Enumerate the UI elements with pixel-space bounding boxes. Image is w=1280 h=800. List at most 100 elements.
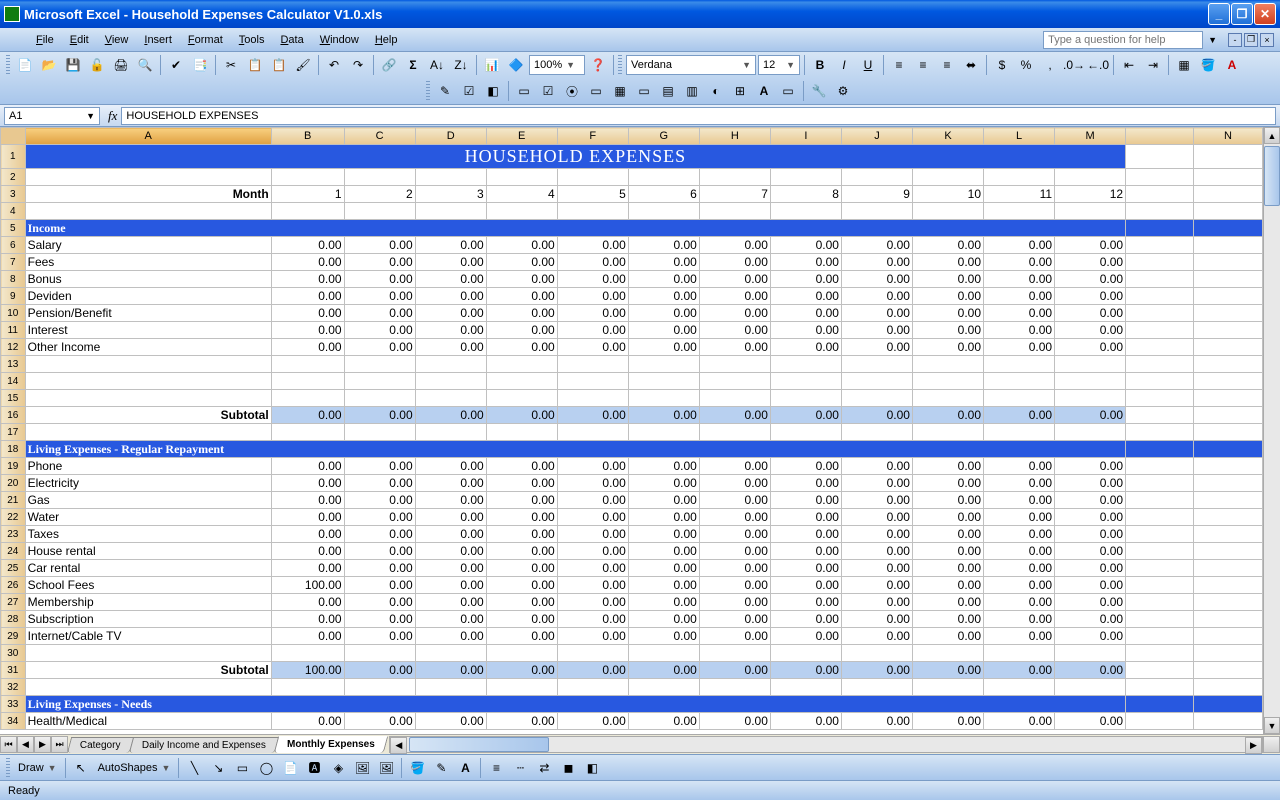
- toolbar-handle-2[interactable]: [618, 55, 622, 75]
- picture-icon[interactable]: 🖼: [375, 757, 397, 779]
- save-icon[interactable]: 💾: [62, 54, 84, 76]
- open-icon[interactable]: 📂: [38, 54, 60, 76]
- tb2-icon-16[interactable]: 🔧: [808, 80, 830, 102]
- tb2-icon-15[interactable]: ▭: [777, 80, 799, 102]
- wordart-icon[interactable]: 🅰: [303, 757, 325, 779]
- align-right-icon[interactable]: ≡: [936, 54, 958, 76]
- name-box[interactable]: A1▼: [4, 107, 100, 125]
- zoom-combo[interactable]: 100%▼: [529, 55, 585, 75]
- menu-format[interactable]: Format: [180, 32, 231, 48]
- spelling-icon[interactable]: ✔: [165, 54, 187, 76]
- diagram-icon[interactable]: ◈: [327, 757, 349, 779]
- scroll-left-icon[interactable]: ◀: [390, 737, 407, 754]
- minimize-button[interactable]: _: [1208, 3, 1230, 25]
- help-search-input[interactable]: [1043, 31, 1203, 49]
- menu-tools[interactable]: Tools: [231, 32, 273, 48]
- horizontal-scrollbar[interactable]: ◀ ▶: [389, 736, 1263, 753]
- tb2-icon-17[interactable]: ⚙: [832, 80, 854, 102]
- copy-icon[interactable]: 📋: [244, 54, 266, 76]
- print-preview-icon[interactable]: 🔍: [134, 54, 156, 76]
- section-header[interactable]: Income: [25, 220, 1126, 237]
- fill-color-icon[interactable]: 🪣: [1197, 54, 1219, 76]
- doc-minimize-button[interactable]: -: [1228, 33, 1242, 47]
- font-color-icon[interactable]: A: [1221, 54, 1243, 76]
- line-color-icon[interactable]: ✎: [430, 757, 452, 779]
- menu-data[interactable]: Data: [272, 32, 311, 48]
- tb2-icon-8[interactable]: ▦: [609, 80, 631, 102]
- sheet-tab-category[interactable]: Category: [67, 737, 134, 753]
- print-icon[interactable]: 🖨: [110, 54, 132, 76]
- draw-menu[interactable]: Draw▼: [14, 758, 61, 778]
- section-header[interactable]: Living Expenses - Needs: [25, 696, 1126, 713]
- tb2-icon-10[interactable]: ▤: [657, 80, 679, 102]
- hyperlink-icon[interactable]: 🔗: [378, 54, 400, 76]
- undo-icon[interactable]: ↶: [323, 54, 345, 76]
- align-left-icon[interactable]: ≡: [888, 54, 910, 76]
- tb2-icon-12[interactable]: ◐: [705, 80, 727, 102]
- currency-icon[interactable]: $: [991, 54, 1013, 76]
- italic-icon[interactable]: I: [833, 54, 855, 76]
- menu-edit[interactable]: Edit: [62, 32, 97, 48]
- font-size-combo[interactable]: 12▼: [758, 55, 800, 75]
- vertical-scrollbar[interactable]: ▲ ▼: [1263, 127, 1280, 734]
- sort-asc-icon[interactable]: A↓: [426, 54, 448, 76]
- scroll-right-icon[interactable]: ▶: [1245, 737, 1262, 754]
- format-painter-icon[interactable]: 🖌: [292, 54, 314, 76]
- dash-style-icon[interactable]: ┄: [509, 757, 531, 779]
- formula-bar[interactable]: HOUSEHOLD EXPENSES: [121, 107, 1276, 125]
- arrow-icon[interactable]: ↘: [207, 757, 229, 779]
- menu-file[interactable]: File: [28, 32, 62, 48]
- toolbar-handle-3[interactable]: [426, 81, 430, 101]
- tb2-icon-6[interactable]: ⦿: [561, 80, 583, 102]
- autoshapes-menu[interactable]: AutoShapes▼: [94, 758, 175, 778]
- close-button[interactable]: ✕: [1254, 3, 1276, 25]
- tb2-icon-13[interactable]: ⊞: [729, 80, 751, 102]
- scroll-down-icon[interactable]: ▼: [1264, 717, 1280, 734]
- permission-icon[interactable]: 🔓: [86, 54, 108, 76]
- sort-desc-icon[interactable]: Z↓: [450, 54, 472, 76]
- tb2-icon-11[interactable]: ▥: [681, 80, 703, 102]
- tab-next-icon[interactable]: ▶: [34, 736, 51, 753]
- clipart-icon[interactable]: 🖼: [351, 757, 373, 779]
- shadow-icon[interactable]: ◼: [557, 757, 579, 779]
- tb2-icon-4[interactable]: ▭: [513, 80, 535, 102]
- doc-restore-button[interactable]: ❐: [1244, 33, 1258, 47]
- menu-window[interactable]: Window: [312, 32, 367, 48]
- decrease-indent-icon[interactable]: ⇤: [1118, 54, 1140, 76]
- increase-decimal-icon[interactable]: .0→: [1063, 54, 1085, 76]
- tb2-icon-14[interactable]: A: [753, 80, 775, 102]
- underline-icon[interactable]: U: [857, 54, 879, 76]
- tb2-icon-2[interactable]: ☑: [458, 80, 480, 102]
- borders-icon[interactable]: ▦: [1173, 54, 1195, 76]
- research-icon[interactable]: 📑: [189, 54, 211, 76]
- chart-icon[interactable]: 📊: [481, 54, 503, 76]
- increase-indent-icon[interactable]: ⇥: [1142, 54, 1164, 76]
- tab-last-icon[interactable]: ⏭: [51, 736, 68, 753]
- oval-icon[interactable]: ◯: [255, 757, 277, 779]
- autosum-icon[interactable]: Σ: [402, 54, 424, 76]
- line-style-icon[interactable]: ≡: [485, 757, 507, 779]
- cut-icon[interactable]: ✂: [220, 54, 242, 76]
- help-icon[interactable]: ❓: [587, 54, 609, 76]
- font-name-combo[interactable]: Verdana▼: [626, 55, 756, 75]
- help-dropdown-icon[interactable]: ▼: [1208, 35, 1217, 45]
- rectangle-icon[interactable]: ▭: [231, 757, 253, 779]
- redo-icon[interactable]: ↷: [347, 54, 369, 76]
- select-objects-icon[interactable]: ↖: [70, 757, 92, 779]
- line-icon[interactable]: ╲: [183, 757, 205, 779]
- maximize-button[interactable]: ❐: [1231, 3, 1253, 25]
- drawing-icon[interactable]: 🔷: [505, 54, 527, 76]
- 3d-icon[interactable]: ◧: [581, 757, 603, 779]
- tb2-icon-1[interactable]: ✎: [434, 80, 456, 102]
- menu-view[interactable]: View: [97, 32, 137, 48]
- doc-close-button[interactable]: ×: [1260, 33, 1274, 47]
- tb2-icon-5[interactable]: ☑: [537, 80, 559, 102]
- sheet-tab-daily-income-and-expenses[interactable]: Daily Income and Expenses: [128, 737, 278, 753]
- draw-handle[interactable]: [6, 758, 10, 778]
- percent-icon[interactable]: %: [1015, 54, 1037, 76]
- font-color-draw-icon[interactable]: A: [454, 757, 476, 779]
- textbox-icon[interactable]: 📄: [279, 757, 301, 779]
- decrease-decimal-icon[interactable]: ←.0: [1087, 54, 1109, 76]
- tab-first-icon[interactable]: ⏮: [0, 736, 17, 753]
- paste-icon[interactable]: 📋: [268, 54, 290, 76]
